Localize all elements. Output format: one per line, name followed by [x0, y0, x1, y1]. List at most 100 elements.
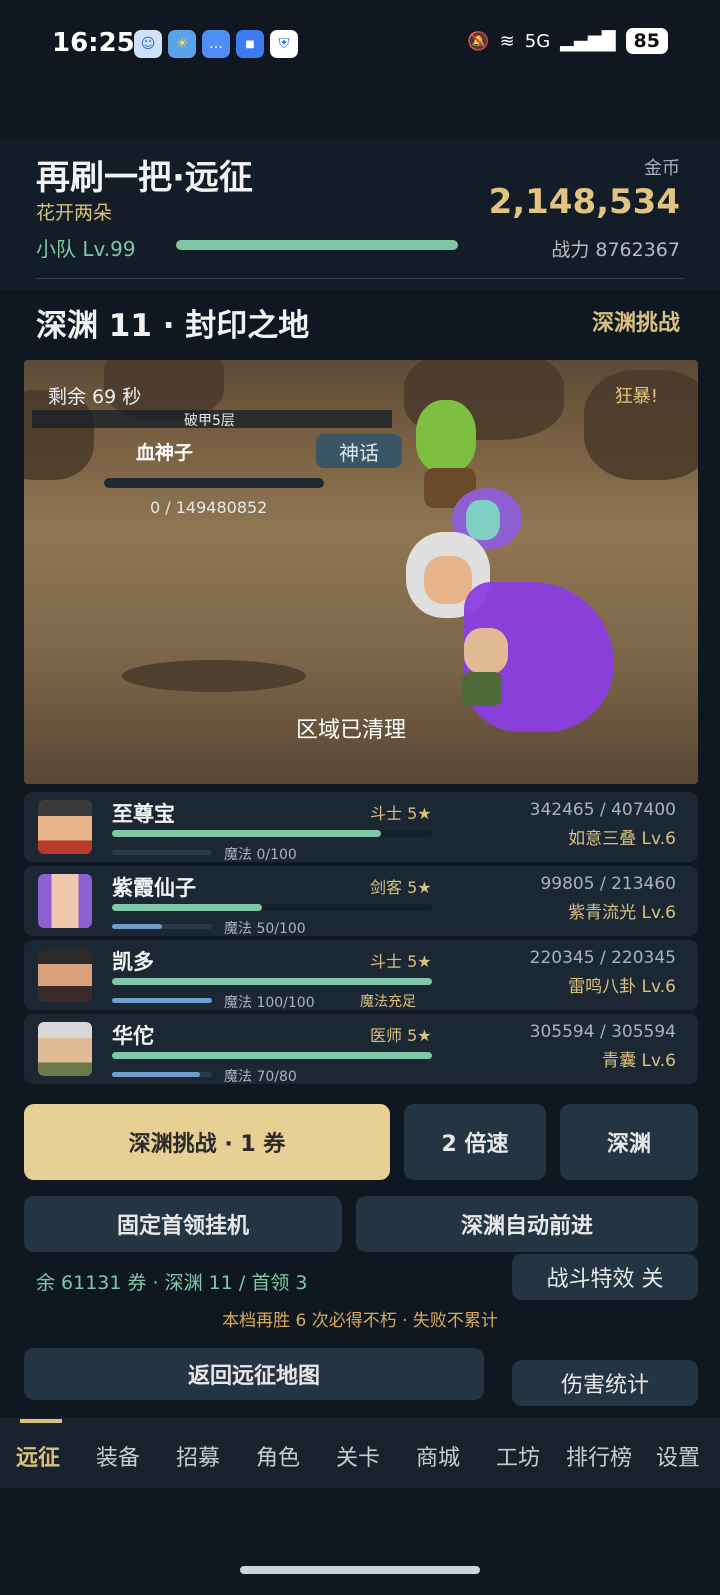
hero-skill: 青囊 Lv.6	[602, 1051, 676, 1071]
hero-name: 紫霞仙子	[112, 876, 196, 900]
tab-recruit[interactable]: 招募	[176, 1440, 220, 1472]
active-tab-indicator	[20, 1419, 62, 1423]
berserk-label: 狂暴!	[614, 386, 658, 407]
avatar	[38, 800, 92, 854]
hero-class: 医师 5★	[370, 1026, 432, 1045]
hero-hp: 99805 / 213460	[540, 874, 676, 894]
status-bar: 16:25 ☺ ☀ … ■ ⛨ 🔕 ≋ 5G ▂▄▆█ 85	[0, 0, 720, 92]
abyss-challenge-link[interactable]: 深渊挑战	[592, 305, 680, 337]
status-time: 16:25	[52, 28, 135, 58]
abyss-button[interactable]: 深渊	[560, 1104, 698, 1180]
combat-power: 战力 8762367	[551, 239, 680, 261]
header-divider	[36, 278, 684, 279]
hero-hp: 342465 / 407400	[529, 800, 676, 820]
message-icon: …	[202, 30, 230, 58]
hero-hp-bar	[112, 1052, 432, 1059]
hero-hp: 305594 / 305594	[529, 1022, 676, 1042]
hero-hp: 220345 / 220345	[529, 948, 676, 968]
team-exp-bar	[176, 240, 458, 250]
gold-label: 金币	[644, 158, 680, 179]
hero-class: 斗士 5★	[370, 952, 432, 971]
wifi-icon: ≋	[499, 30, 515, 52]
party-card[interactable]: 凯多 斗士 5★ 220345 / 220345 雷鸣八卦 Lv.6 魔法 10…	[24, 940, 698, 1011]
buddha-hero-sprite	[416, 400, 476, 472]
battle-effects-toggle[interactable]: 战斗特效 关	[512, 1254, 698, 1300]
hp-fill	[112, 1052, 432, 1059]
gold-value: 2,148,534	[488, 182, 680, 222]
boss-name: 血神子	[136, 442, 194, 464]
hp-fill	[112, 978, 432, 985]
hp-fill	[112, 904, 263, 911]
avatar	[38, 1022, 92, 1076]
boss-tier-badge: 神话	[316, 434, 402, 468]
chat-app-icon: ☺	[134, 30, 162, 58]
area-cleared-text: 区域已清理	[296, 718, 407, 743]
fixed-boss-idle-button[interactable]: 固定首领挂机	[24, 1196, 342, 1252]
hero-class: 斗士 5★	[370, 804, 432, 823]
stage-title: 深渊 11 · 封印之地	[36, 308, 310, 344]
husky-face-sprite	[424, 556, 472, 604]
hero-mp-text: 魔法 0/100	[224, 847, 297, 863]
hero-mp-text: 魔法 50/100	[224, 921, 306, 937]
hero-mp-bar	[112, 998, 212, 1003]
speed-button[interactable]: 2 倍速	[404, 1104, 546, 1180]
boss-hp-bar	[104, 478, 324, 488]
avatar	[38, 874, 92, 928]
avatar	[38, 948, 92, 1002]
page-title: 再刷一把·远征	[36, 158, 253, 198]
service-app-icon: ■	[236, 30, 264, 58]
hero-hp-bar	[112, 978, 432, 985]
mp-fill	[112, 924, 162, 929]
tab-expedition[interactable]: 远征	[16, 1440, 60, 1472]
hero-mp-bar	[112, 924, 212, 929]
hero-name: 凯多	[112, 950, 154, 974]
page-subtitle: 花开两朵	[36, 202, 113, 224]
damage-stats-button[interactable]: 伤害统计	[512, 1360, 698, 1406]
hero-mp-bar	[112, 1072, 212, 1077]
tab-equipment[interactable]: 装备	[96, 1440, 140, 1472]
mute-icon: 🔕	[467, 30, 490, 52]
hero-mp-text: 魔法 70/80	[224, 1069, 297, 1085]
hero-class: 剑客 5★	[370, 878, 432, 897]
tab-characters[interactable]: 角色	[256, 1440, 300, 1472]
weather-icon: ☀	[168, 30, 196, 58]
party-card[interactable]: 至尊宝 斗士 5★ 342465 / 407400 如意三叠 Lv.6 魔法 0…	[24, 792, 698, 863]
shield-icon: ⛨	[270, 30, 298, 58]
status-right: 🔕 ≋ 5G ▂▄▆█ 85	[467, 28, 668, 54]
party-card[interactable]: 紫霞仙子 剑客 5★ 99805 / 213460 紫青流光 Lv.6 魔法 5…	[24, 866, 698, 937]
hp-fill	[112, 830, 381, 837]
tab-workshop[interactable]: 工坊	[496, 1440, 540, 1472]
tab-shop[interactable]: 商城	[416, 1440, 460, 1472]
ticket-info: 余 61131 券 · 深渊 11 / 首领 3	[36, 1272, 308, 1294]
mp-full-note: 魔法充足	[360, 994, 416, 1010]
return-map-button[interactable]: 返回远征地图	[24, 1348, 484, 1400]
hero-name: 华佗	[112, 1024, 154, 1048]
hero-skill: 雷鸣八卦 Lv.6	[568, 977, 676, 997]
hero-hp-bar	[112, 904, 432, 911]
party-card[interactable]: 华佗 医师 5★ 305594 / 305594 青囊 Lv.6 魔法 70/8…	[24, 1014, 698, 1085]
mp-fill	[112, 1072, 200, 1077]
tab-leaderboard[interactable]: 排行榜	[566, 1440, 632, 1472]
battle-timer: 剩余 69 秒	[48, 386, 142, 408]
home-indicator	[240, 1566, 480, 1574]
boss-hp-text: 0 / 149480852	[150, 498, 268, 517]
abyss-auto-advance-button[interactable]: 深渊自动前进	[356, 1196, 698, 1252]
abyss-challenge-button[interactable]: 深渊挑战 · 1 券	[24, 1104, 390, 1180]
tab-stages[interactable]: 关卡	[336, 1440, 380, 1472]
battle-arena: 剩余 69 秒 狂暴! 破甲5层 血神子 神话 0 / 149480852 区域…	[24, 360, 698, 784]
hero-skill: 紫青流光 Lv.6	[568, 903, 676, 923]
elder-body-sprite	[462, 672, 502, 706]
armor-break-label: 破甲5层	[184, 413, 235, 429]
signal-bars-icon: ▂▄▆█	[560, 30, 616, 52]
tab-settings[interactable]: 设置	[656, 1440, 700, 1472]
hero-hp-bar	[112, 830, 432, 837]
battery-indicator: 85	[625, 28, 668, 54]
elder-hero-sprite	[464, 628, 508, 674]
masked-face-sprite	[466, 500, 500, 540]
hero-skill: 如意三叠 Lv.6	[568, 829, 676, 849]
signal-label: 5G	[524, 30, 551, 52]
hero-mp-text: 魔法 100/100	[224, 995, 315, 1011]
notification-icons: ☺ ☀ … ■ ⛨	[134, 30, 298, 58]
ground-shadow	[122, 660, 306, 692]
team-level: 小队 Lv.99	[36, 237, 136, 261]
